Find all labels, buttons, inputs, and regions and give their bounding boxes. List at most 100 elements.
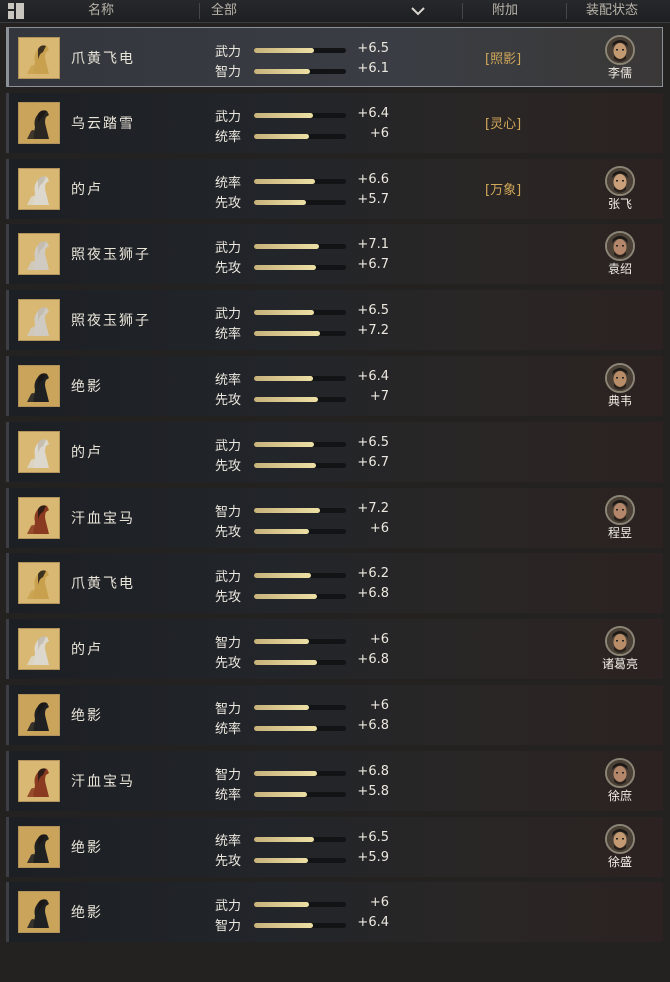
horse-portrait	[18, 496, 60, 539]
general-name: 程昱	[607, 525, 632, 540]
horse-portrait	[18, 694, 60, 736]
horse-row[interactable]: 照夜玉狮子 武力 +7.1 先攻 +6.7 袁绍	[6, 224, 663, 285]
stat-1-bar-fill	[254, 902, 310, 908]
stat-2-label: 先攻	[215, 393, 242, 408]
stat-2-label: 先攻	[215, 458, 242, 474]
stat-2-value: +6.8	[357, 652, 389, 668]
horse-row[interactable]: 绝影 武力 +6 智力 +6.4	[6, 882, 663, 943]
horse-name: 绝影	[71, 839, 103, 856]
horse-portrait	[18, 299, 60, 342]
horse-row[interactable]: 绝影 统率 +6.4 先攻 +7 典韦	[6, 356, 663, 416]
stat-2-label: 先攻	[215, 524, 242, 540]
horse-portrait	[18, 101, 60, 144]
stat-2-bar-fill	[254, 265, 316, 271]
stat-1-value: +6.6	[357, 171, 389, 187]
stat-2-label: 先攻	[215, 853, 242, 869]
column-name-header[interactable]: 名称	[88, 0, 114, 22]
stat-1-value: +6.8	[357, 763, 389, 779]
stat-2-bar-fill	[254, 331, 321, 337]
equipped-general[interactable]: 程昱	[597, 494, 643, 540]
equipped-general[interactable]: 袁绍	[597, 231, 643, 276]
equipped-general[interactable]: 张飞	[597, 165, 643, 211]
stat-2-bar	[254, 397, 346, 402]
stat-1-value: +6.5	[357, 829, 389, 845]
stat-2-bar	[254, 726, 346, 731]
horse-row[interactable]: 照夜玉狮子 武力 +6.5 统率 +7.2	[6, 290, 663, 351]
stat-1-label: 武力	[215, 307, 242, 323]
horse-name: 的卢	[71, 181, 103, 198]
stat-1-bar-fill	[254, 48, 314, 53]
stat-2-value: +6.8	[357, 718, 389, 733]
horse-row[interactable]: 绝影 统率 +6.5 先攻 +5.9 徐盛	[6, 816, 663, 877]
stat-2-label: 先攻	[215, 261, 242, 277]
bonus-tag: [灵心]	[485, 116, 522, 132]
horse-row[interactable]: 乌云踏雪 武力 +6.4 统率 +6 [灵心]	[6, 92, 663, 153]
stat-1-bar-fill	[254, 441, 314, 447]
equipped-general[interactable]: 李儒	[597, 35, 643, 80]
general-avatar	[605, 165, 635, 196]
horse-row[interactable]: 绝影 智力 +6 统率 +6.8	[6, 685, 663, 745]
stat-1-bar-fill	[254, 705, 310, 710]
chevron-down-icon[interactable]	[410, 5, 426, 17]
stat-1-bar	[254, 48, 346, 53]
horse-portrait	[18, 37, 60, 79]
stat-2-bar-fill	[254, 791, 308, 797]
filter-dropdown-label[interactable]: 全部	[211, 0, 237, 22]
bonus-tag: [照影]	[485, 52, 522, 67]
horse-name: 汗血宝马	[71, 773, 135, 790]
equipped-general[interactable]: 典韦	[597, 363, 643, 408]
stat-2-bar-fill	[254, 594, 317, 600]
horse-name: 绝影	[71, 708, 103, 724]
horse-row[interactable]: 的卢 武力 +6.5 先攻 +6.7	[6, 421, 663, 482]
general-name: 李儒	[607, 66, 632, 80]
equipped-general[interactable]: 徐庶	[597, 757, 643, 803]
horse-portrait	[18, 233, 60, 276]
stat-2-value: +5.9	[357, 849, 389, 865]
stat-1-bar-fill	[254, 178, 315, 184]
horse-row[interactable]: 的卢 统率 +6.6 先攻 +5.7 [万象] 张飞	[6, 158, 663, 219]
stat-2-bar	[254, 265, 346, 271]
stat-1-bar	[254, 770, 346, 776]
horse-row[interactable]: 汗血宝马 智力 +6.8 统率 +5.8 徐庶	[6, 750, 663, 811]
stat-1-bar	[254, 441, 346, 447]
horse-row[interactable]: 爪黄飞电 武力 +6.2 先攻 +6.8	[6, 553, 663, 614]
horse-row[interactable]: 爪黄飞电 武力 +6.5 智力 +6.1 [照影] 李儒	[6, 27, 663, 87]
horse-row[interactable]: 的卢 智力 +6 先攻 +6.8 诸葛亮	[6, 619, 663, 680]
stat-2-bar-fill	[254, 199, 307, 205]
header-divider	[566, 3, 567, 19]
general-name: 诸葛亮	[601, 657, 638, 672]
stat-2-bar-fill	[254, 660, 317, 666]
horse-portrait	[18, 891, 60, 934]
stat-1-value: +6.5	[357, 303, 389, 319]
stat-1-bar	[254, 310, 346, 316]
stat-1-value: +6	[369, 698, 389, 713]
equipped-general[interactable]: 诸葛亮	[597, 626, 643, 671]
stat-2-bar	[254, 594, 346, 600]
horse-row[interactable]: 汗血宝马 智力 +7.2 先攻 +6 程昱	[6, 487, 663, 548]
stat-1-value: +6.2	[357, 566, 389, 582]
horse-portrait	[18, 825, 60, 868]
horse-name: 汗血宝马	[71, 510, 135, 527]
stat-2-bar-fill	[254, 923, 313, 929]
stat-2-bar	[254, 462, 346, 468]
stat-1-value: +6.4	[357, 369, 389, 384]
horse-name: 的卢	[71, 444, 103, 461]
header-divider	[462, 3, 463, 19]
stat-1-value: +6	[369, 632, 389, 648]
grid-menu-icon[interactable]	[8, 3, 24, 19]
stat-1-value: +7.2	[357, 500, 389, 516]
stat-1-value: +6	[369, 895, 389, 911]
stat-1-label: 武力	[215, 109, 242, 125]
stat-1-bar	[254, 244, 346, 250]
stat-1-label: 统率	[215, 373, 242, 388]
stat-2-bar	[254, 199, 346, 205]
stat-2-label: 智力	[215, 919, 242, 935]
horse-name: 爪黄飞电	[71, 51, 135, 67]
equipped-general[interactable]: 徐盛	[597, 823, 643, 869]
stat-2-value: +6.4	[357, 915, 389, 931]
stat-2-label: 先攻	[215, 656, 242, 672]
general-name: 徐庶	[607, 788, 632, 803]
general-avatar	[605, 626, 635, 657]
horse-name: 绝影	[71, 379, 103, 395]
stat-2-bar	[254, 69, 346, 74]
